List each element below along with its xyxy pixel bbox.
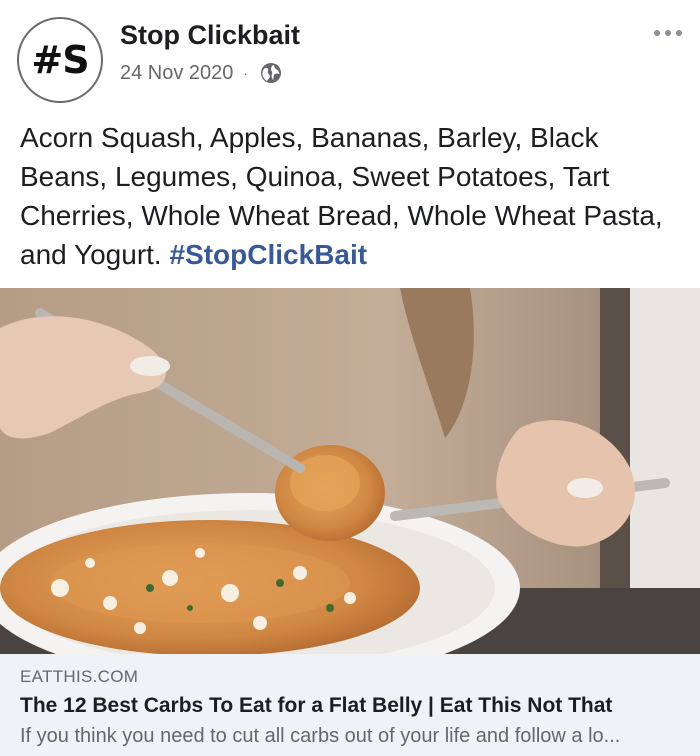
more-dot-icon	[654, 30, 660, 36]
facebook-post: #S Stop Clickbait 24 Nov 2020 · Acorn Sq…	[0, 0, 700, 756]
page-avatar[interactable]: #S	[17, 17, 103, 103]
link-title[interactable]: The 12 Best Carbs To Eat for a Flat Bell…	[20, 694, 612, 718]
link-preview-image[interactable]	[0, 288, 700, 654]
post-header: #S Stop Clickbait 24 Nov 2020 ·	[0, 0, 700, 110]
more-dot-icon	[676, 30, 682, 36]
avatar-text: #S	[31, 38, 89, 82]
hashtag-link[interactable]: #StopClickBait	[169, 239, 367, 270]
globe-icon	[261, 63, 282, 83]
link-domain: EATTHIS.COM	[20, 667, 139, 686]
more-dot-icon	[665, 30, 671, 36]
post-date[interactable]: 24 Nov 2020	[120, 62, 233, 85]
pasta-photo	[0, 288, 700, 654]
post-text: Acorn Squash, Apples, Bananas, Barley, B…	[20, 118, 685, 274]
more-options-button[interactable]	[654, 30, 682, 36]
link-description: If you think you need to cut all carbs o…	[20, 725, 621, 747]
post-meta: 24 Nov 2020 ·	[120, 60, 282, 86]
link-preview[interactable]: EATTHIS.COM The 12 Best Carbs To Eat for…	[0, 654, 700, 756]
page-name-link[interactable]: Stop Clickbait	[120, 20, 300, 51]
meta-separator: ·	[243, 65, 249, 81]
